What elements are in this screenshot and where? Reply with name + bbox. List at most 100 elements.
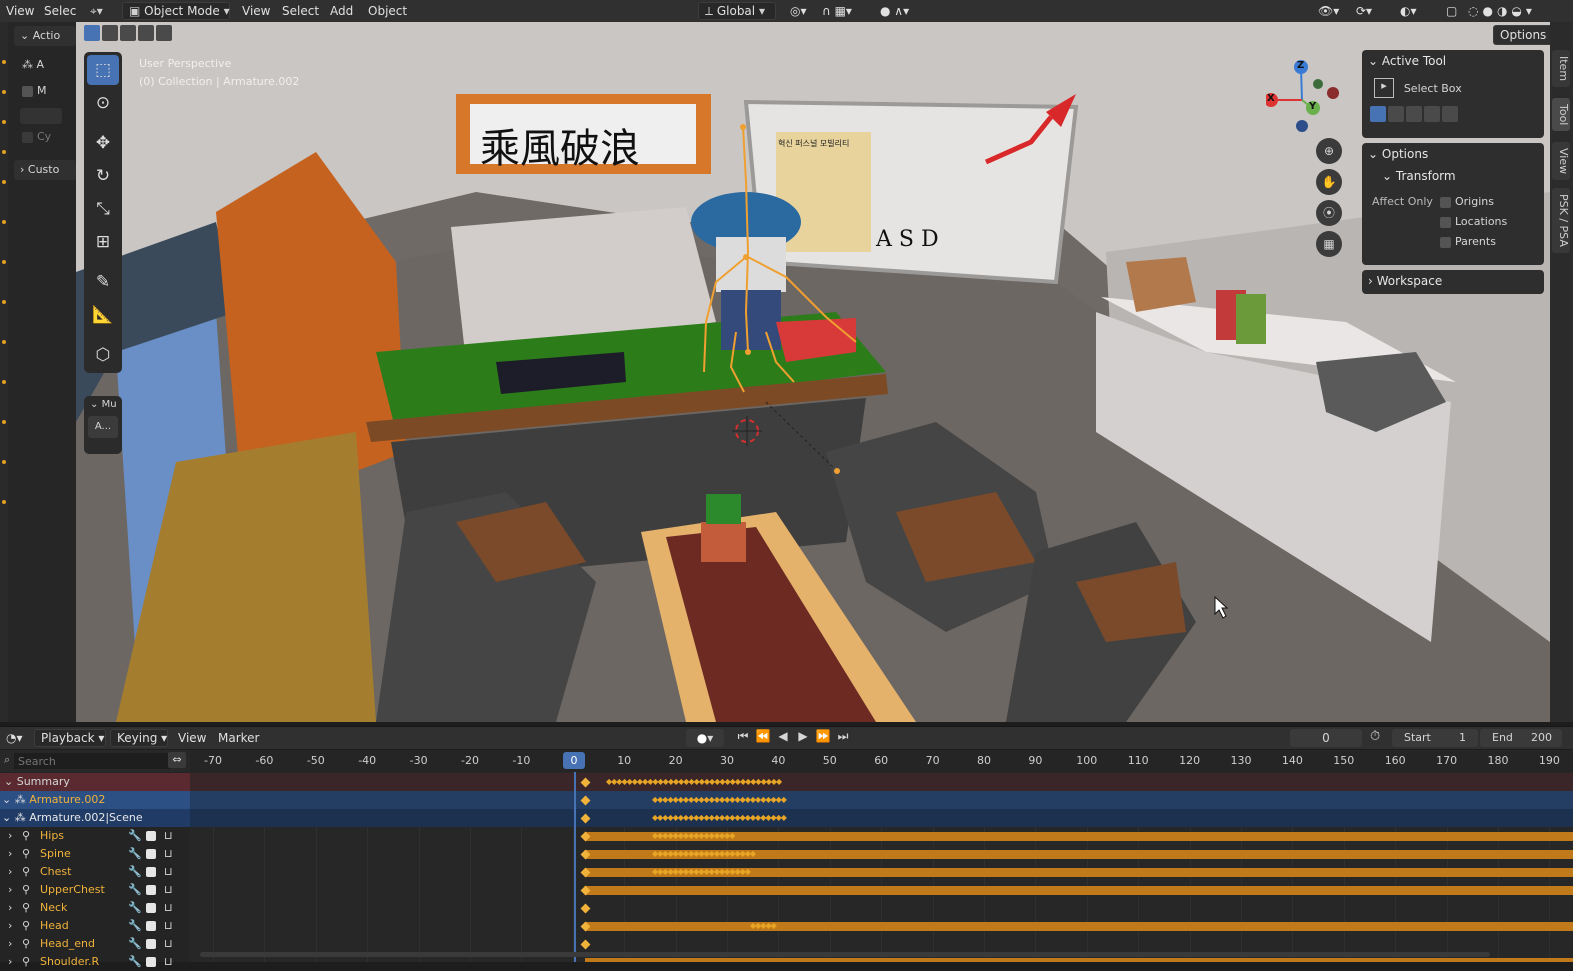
lock-icon[interactable]: ⊔ — [164, 899, 173, 917]
keying-dropdown[interactable]: Keying ▾ — [110, 729, 168, 747]
checkbox-icon[interactable] — [146, 939, 156, 949]
timeline-view-menu[interactable]: View — [172, 727, 212, 749]
keyframes-head[interactable]: ◆◆◆◆◆ — [750, 921, 777, 931]
bone-channel-row[interactable]: › ⚲ Hips 🔧 ⊔ — [0, 827, 190, 845]
action-row[interactable]: ⌄ ⁂ Armature.002|Scene — [0, 809, 190, 827]
lock-icon[interactable]: ⊔ — [164, 917, 173, 935]
select-mode-invert-icon[interactable] — [1424, 106, 1440, 122]
wrench-icon[interactable]: 🔧 — [128, 863, 142, 881]
keyframes-summary[interactable]: ◆◆◆◆◆◆◆◆◆◆◆◆◆◆◆◆◆◆◆◆◆◆◆◆◆◆◆◆◆◆◆◆◆◆ — [606, 777, 782, 787]
action-field[interactable]: ⁂ A — [22, 58, 44, 71]
current-frame-field[interactable]: 0 — [1290, 729, 1362, 747]
extra-tool-button[interactable]: A... — [88, 416, 118, 438]
chevron-right-icon[interactable]: › — [8, 953, 12, 971]
menu-view-3d[interactable]: View — [236, 0, 276, 22]
marker-menu[interactable]: Marker — [212, 727, 265, 749]
select-invert-icon[interactable] — [138, 25, 154, 41]
move-tool-icon[interactable]: ✥ — [87, 128, 119, 158]
stopwatch-icon[interactable]: ⏱ — [1370, 729, 1380, 744]
menu-object[interactable]: Object — [362, 0, 413, 22]
select-mode-extend-icon[interactable] — [1388, 106, 1404, 122]
bone-channel-row[interactable]: › ⚲ Head 🔧 ⊔ — [0, 917, 190, 935]
frame-ruler[interactable]: -70 -60 -50 -40 -30 -20 -10 0 10 20 30 40 50 60 70 80 90… — [190, 750, 1573, 772]
grid-perspective-icon[interactable]: ▦ — [1316, 231, 1342, 257]
dopesheet-area[interactable]: ◆◆◆◆◆◆◆◆◆◆◆◆◆◆◆◆◆◆◆◆◆◆◆◆◆◆◆◆◆◆◆◆◆◆ ◆◆◆◆◆… — [190, 772, 1573, 962]
jump-start-icon[interactable]: ⏮ — [733, 729, 753, 744]
origins-checkbox-row[interactable]: Origins — [1440, 195, 1494, 208]
wrench-icon[interactable]: 🔧 — [128, 827, 142, 845]
xray-icon[interactable]: ▢ — [1440, 0, 1463, 22]
checkbox-icon[interactable] — [146, 921, 156, 931]
checkbox[interactable] — [1440, 236, 1451, 248]
manual-frame-toggle[interactable]: M — [22, 84, 47, 97]
visibility-icon[interactable]: 👁▾ — [1312, 0, 1345, 22]
bone-channel-row[interactable]: › ⚲ Head_end 🔧 ⊔ — [0, 935, 190, 953]
swap-icon[interactable]: ⇔ — [168, 752, 186, 768]
frame-range-field[interactable] — [20, 108, 62, 124]
select-mode-subtract-icon[interactable] — [1406, 106, 1422, 122]
transform-tool-icon[interactable]: ⊞ — [87, 227, 119, 257]
checkbox-icon[interactable] — [146, 957, 156, 967]
summary-row[interactable]: ⌄ Summary — [0, 773, 190, 791]
menu-add[interactable]: Add — [324, 0, 359, 22]
end-frame-field[interactable]: End 200 — [1480, 729, 1562, 747]
keyframes-hips[interactable]: ◆◆◆◆◆◆◆◆◆◆◆◆◆◆◆◆ — [652, 831, 735, 841]
add-cube-tool-icon[interactable]: ⬡ — [87, 340, 119, 370]
select-mode-intersect-icon[interactable] — [1442, 106, 1458, 122]
scale-tool-icon[interactable]: ⤡ — [87, 194, 119, 224]
timeline-editor-type-icon[interactable]: ◔▾ — [0, 727, 29, 749]
select-mode-new-icon[interactable] — [1370, 106, 1386, 122]
wrench-icon[interactable]: 🔧 — [128, 935, 142, 953]
wrench-icon[interactable]: 🔧 — [128, 881, 142, 899]
zoom-icon[interactable]: ⊕ — [1316, 138, 1342, 164]
cyclic-toggle[interactable]: Cy — [22, 130, 51, 143]
checkbox[interactable] — [1440, 196, 1451, 208]
wrench-icon[interactable]: 🔧 — [128, 917, 142, 935]
lock-icon[interactable]: ⊔ — [164, 953, 173, 971]
select-intersect-icon[interactable] — [156, 25, 172, 41]
proportional-editing-icon[interactable]: ● ∧▾ — [874, 0, 915, 22]
workspace-header[interactable]: › Workspace — [1362, 270, 1544, 292]
rotate-tool-icon[interactable]: ↻ — [87, 161, 119, 191]
navigation-gizmo[interactable] — [1266, 58, 1346, 138]
chevron-right-icon[interactable]: › — [8, 827, 12, 845]
locations-checkbox-row[interactable]: Locations — [1440, 215, 1507, 228]
cursor-tool-icon[interactable]: ⊙ — [87, 88, 119, 118]
wrench-icon[interactable]: 🔧 — [128, 845, 142, 863]
wrench-icon[interactable]: 🔧 — [128, 953, 142, 971]
checkbox-icon[interactable] — [146, 831, 156, 841]
checkbox[interactable] — [22, 131, 33, 143]
select-box-row[interactable]: ▸ Select Box — [1362, 72, 1544, 106]
menu-view[interactable]: View — [0, 0, 40, 22]
checkbox[interactable] — [1440, 216, 1451, 228]
keyframes-action[interactable]: ◆◆◆◆◆◆◆◆◆◆◆◆◆◆◆◆◆◆◆◆◆◆◆◆◆◆ — [652, 813, 787, 823]
chevron-right-icon[interactable]: › — [8, 881, 12, 899]
tab-view[interactable]: View — [1552, 142, 1570, 181]
keyframes-chest[interactable]: ◆◆◆◆◆◆◆◆◆◆◆◆◆◆◆◆◆◆◆ — [652, 867, 751, 877]
lock-icon[interactable]: ⊔ — [164, 827, 173, 845]
checkbox[interactable] — [22, 85, 33, 97]
tab-tool[interactable]: Tool — [1552, 98, 1570, 132]
transform-header[interactable]: ⌄ Transform — [1362, 165, 1544, 187]
options-header[interactable]: ⌄ Options — [1362, 143, 1544, 165]
keyframe-diamond[interactable] — [580, 939, 591, 950]
bone-channel-row[interactable]: › ⚲ Neck 🔧 ⊔ — [0, 899, 190, 917]
gizmo-toggle-icon[interactable]: ⟳▾ — [1350, 0, 1378, 22]
editor-type-dropdown[interactable]: ⌖▾ — [84, 0, 118, 22]
pan-hand-icon[interactable]: ✋ — [1316, 169, 1342, 195]
overlay-toggle-icon[interactable]: ◐▾ — [1394, 0, 1423, 22]
snap-icon[interactable]: ∩ ▦▾ — [816, 0, 858, 22]
select-box-tool-icon[interactable]: ⬚ — [87, 55, 119, 85]
checkbox-icon[interactable] — [146, 867, 156, 877]
auto-keying-button[interactable]: ●▾ — [686, 729, 724, 747]
workspace-panel[interactable]: › Workspace — [1362, 270, 1544, 294]
keyframe-diamond[interactable] — [580, 903, 591, 914]
select-extend-icon[interactable] — [102, 25, 118, 41]
playhead-line[interactable] — [574, 772, 576, 962]
mode-dropdown[interactable]: ▣ Object Mode ▾ — [122, 2, 230, 20]
tab-item[interactable]: Item — [1552, 50, 1570, 88]
bone-channel-row[interactable]: › ⚲ Spine 🔧 ⊔ — [0, 845, 190, 863]
chevron-right-icon[interactable]: › — [8, 899, 12, 917]
current-frame-indicator[interactable]: 0 — [563, 752, 585, 769]
jump-prev-keyframe-icon[interactable]: ⏪ — [753, 729, 773, 744]
